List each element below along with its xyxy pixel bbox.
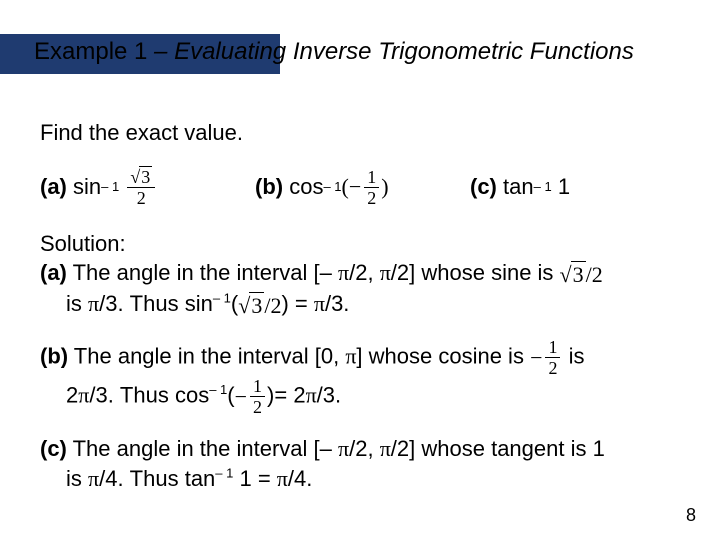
prompt-text: Find the exact value.: [40, 118, 680, 148]
title-subtitle: Evaluating Inverse Trigonometric Functio…: [174, 38, 634, 65]
title-example: Example 1: [34, 38, 147, 65]
solution-c: (c) The angle in the interval [– π/2, π/…: [40, 434, 680, 493]
solution-b-label: (b): [40, 344, 68, 369]
problem-a-arg: 3 2: [125, 168, 157, 207]
solution-block: Solution: (a) The angle in the interval …: [40, 229, 680, 494]
solution-b: (b) The angle in the interval [0, π] who…: [40, 338, 680, 416]
sqrt3-over-2-icon: 3/2: [560, 260, 603, 290]
page-number: 8: [686, 505, 696, 526]
solution-heading: Solution:: [40, 229, 680, 259]
problem-b-arg: − 1 2: [349, 168, 381, 207]
solution-a-label: (a): [40, 260, 67, 285]
title-dash: –: [147, 38, 174, 65]
problem-b-fn: cos: [289, 172, 323, 202]
neg-half-icon: −12: [235, 377, 267, 416]
solution-c-line2: is π/4. Thus tan– 1 1 = π/4.: [66, 464, 680, 494]
solution-c-label: (c): [40, 436, 67, 461]
problem-a: (a) sin– 1 3 2: [40, 168, 255, 207]
problem-row: (a) sin– 1 3 2 (b) cos– 1 ( − 1 2: [40, 168, 680, 207]
problem-a-label: (a): [40, 172, 67, 202]
problem-b-label: (b): [255, 172, 283, 202]
problem-c-fn: tan: [503, 172, 534, 202]
problem-a-fn: sin: [73, 172, 101, 202]
problem-c-label: (c): [470, 172, 497, 202]
slide: Example 1 – Evaluating Inverse Trigonome…: [0, 0, 720, 540]
problem-b: (b) cos– 1 ( − 1 2 ): [255, 168, 470, 207]
neg-half-icon: −12: [530, 338, 562, 377]
solution-a-line2: is π/3. Thus sin– 1(3/2) = π/3.: [66, 289, 680, 320]
problem-c-arg: 1: [558, 172, 570, 202]
sqrt3-over-2-icon: 3/2: [238, 291, 281, 321]
slide-body: Find the exact value. (a) sin– 1 3 2 (b)…: [40, 118, 680, 494]
problem-c: (c) tan– 1 1: [470, 172, 570, 202]
solution-a: (a) The angle in the interval [– π/2, π/…: [40, 258, 680, 320]
slide-title: Example 1 – Evaluating Inverse Trigonome…: [34, 38, 634, 66]
solution-b-line2: 2π/3. Thus cos– 1(−12)= 2π/3.: [66, 377, 680, 416]
